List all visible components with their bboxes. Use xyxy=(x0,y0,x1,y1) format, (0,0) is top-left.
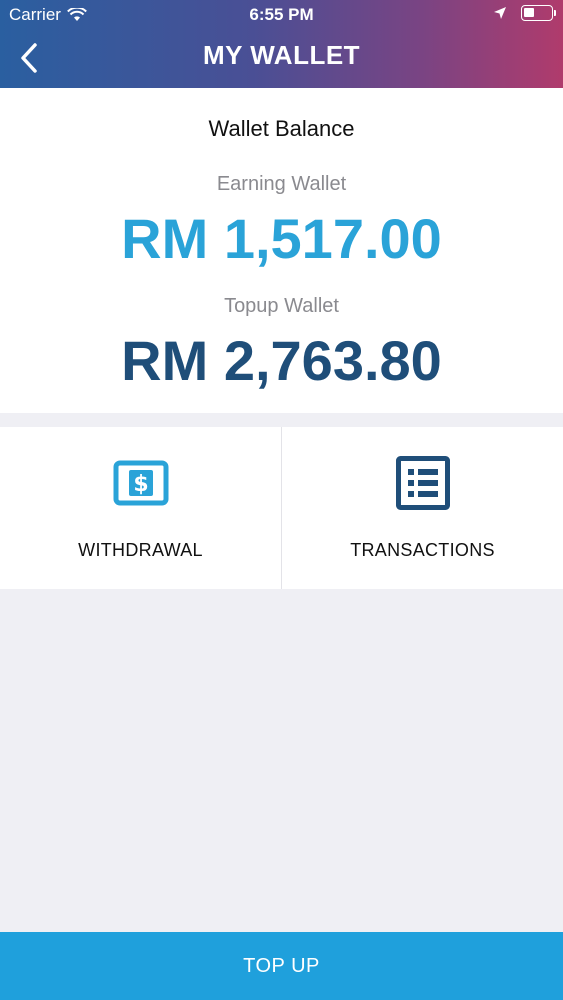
page-title: MY WALLET xyxy=(202,40,361,70)
withdrawal-button[interactable]: $ WITHDRAWAL xyxy=(0,427,281,589)
app-header: Carrier 6:55 PM MY WALLET xyxy=(0,0,563,88)
earning-wallet-amount: RM 1,517.00 xyxy=(121,207,442,270)
earning-wallet-label: Earning Wallet xyxy=(216,173,347,195)
top-up-button[interactable]: TOP UP xyxy=(0,932,563,1000)
battery-icon xyxy=(521,5,556,21)
transactions-label: TRANSACTIONS xyxy=(350,540,495,560)
withdrawal-label: WITHDRAWAL xyxy=(78,540,203,560)
svg-text:$: $ xyxy=(133,472,148,497)
wallet-actions: $ WITHDRAWAL TRANSACTIONS xyxy=(0,427,563,589)
topup-wallet-amount: RM 2,763.80 xyxy=(121,329,442,392)
status-time: 6:55 PM xyxy=(249,5,314,24)
dollar-bill-icon: $ xyxy=(111,455,171,511)
transactions-button[interactable]: TRANSACTIONS xyxy=(281,427,563,589)
status-right xyxy=(493,5,556,21)
list-icon xyxy=(393,455,453,511)
location-arrow-icon xyxy=(494,7,506,19)
balance-title: Wallet Balance xyxy=(208,116,355,141)
status-bar: Carrier 6:55 PM xyxy=(0,0,563,30)
wallet-balance-card: Wallet Balance Earning Wallet RM 1,517.0… xyxy=(0,88,563,413)
topup-wallet-label: Topup Wallet xyxy=(224,295,339,317)
